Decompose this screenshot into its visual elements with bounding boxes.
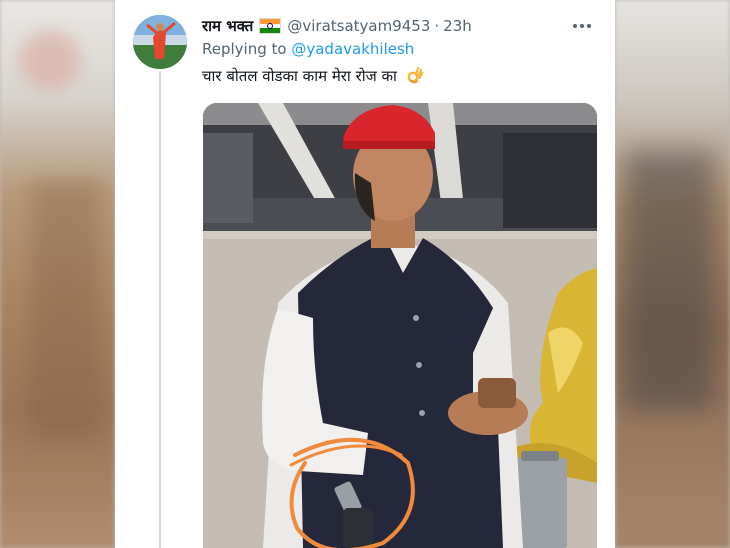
avatar[interactable]: [133, 15, 187, 69]
tweet-text-content: चार बोतल वोडका काम मेरा रोज का: [202, 67, 397, 85]
replying-prefix: Replying to: [202, 40, 287, 58]
blurred-background-left: [0, 0, 115, 548]
ok-hand-icon: [406, 66, 424, 88]
india-flag-icon: [259, 18, 282, 34]
tweet-text: चार बोतल वोडका काम मेरा रोज का: [202, 66, 424, 88]
tweet-photo[interactable]: [203, 103, 597, 548]
blurred-background-right: [615, 0, 730, 548]
reply-mention-link[interactable]: @yadavakhilesh: [291, 40, 414, 58]
thread-line: [159, 72, 161, 548]
tweet-card: राम भक्त @viratsatyam9453 · 23h Replying…: [115, 0, 615, 548]
more-options-icon[interactable]: [567, 14, 597, 38]
user-handle[interactable]: @viratsatyam9453: [287, 17, 430, 35]
timestamp[interactable]: 23h: [443, 17, 472, 35]
replying-to-line: Replying to @yadavakhilesh: [202, 40, 414, 58]
separator-dot: ·: [434, 17, 440, 35]
display-name[interactable]: राम भक्त: [202, 16, 253, 36]
tweet-header: राम भक्त @viratsatyam9453 · 23h: [202, 14, 601, 38]
